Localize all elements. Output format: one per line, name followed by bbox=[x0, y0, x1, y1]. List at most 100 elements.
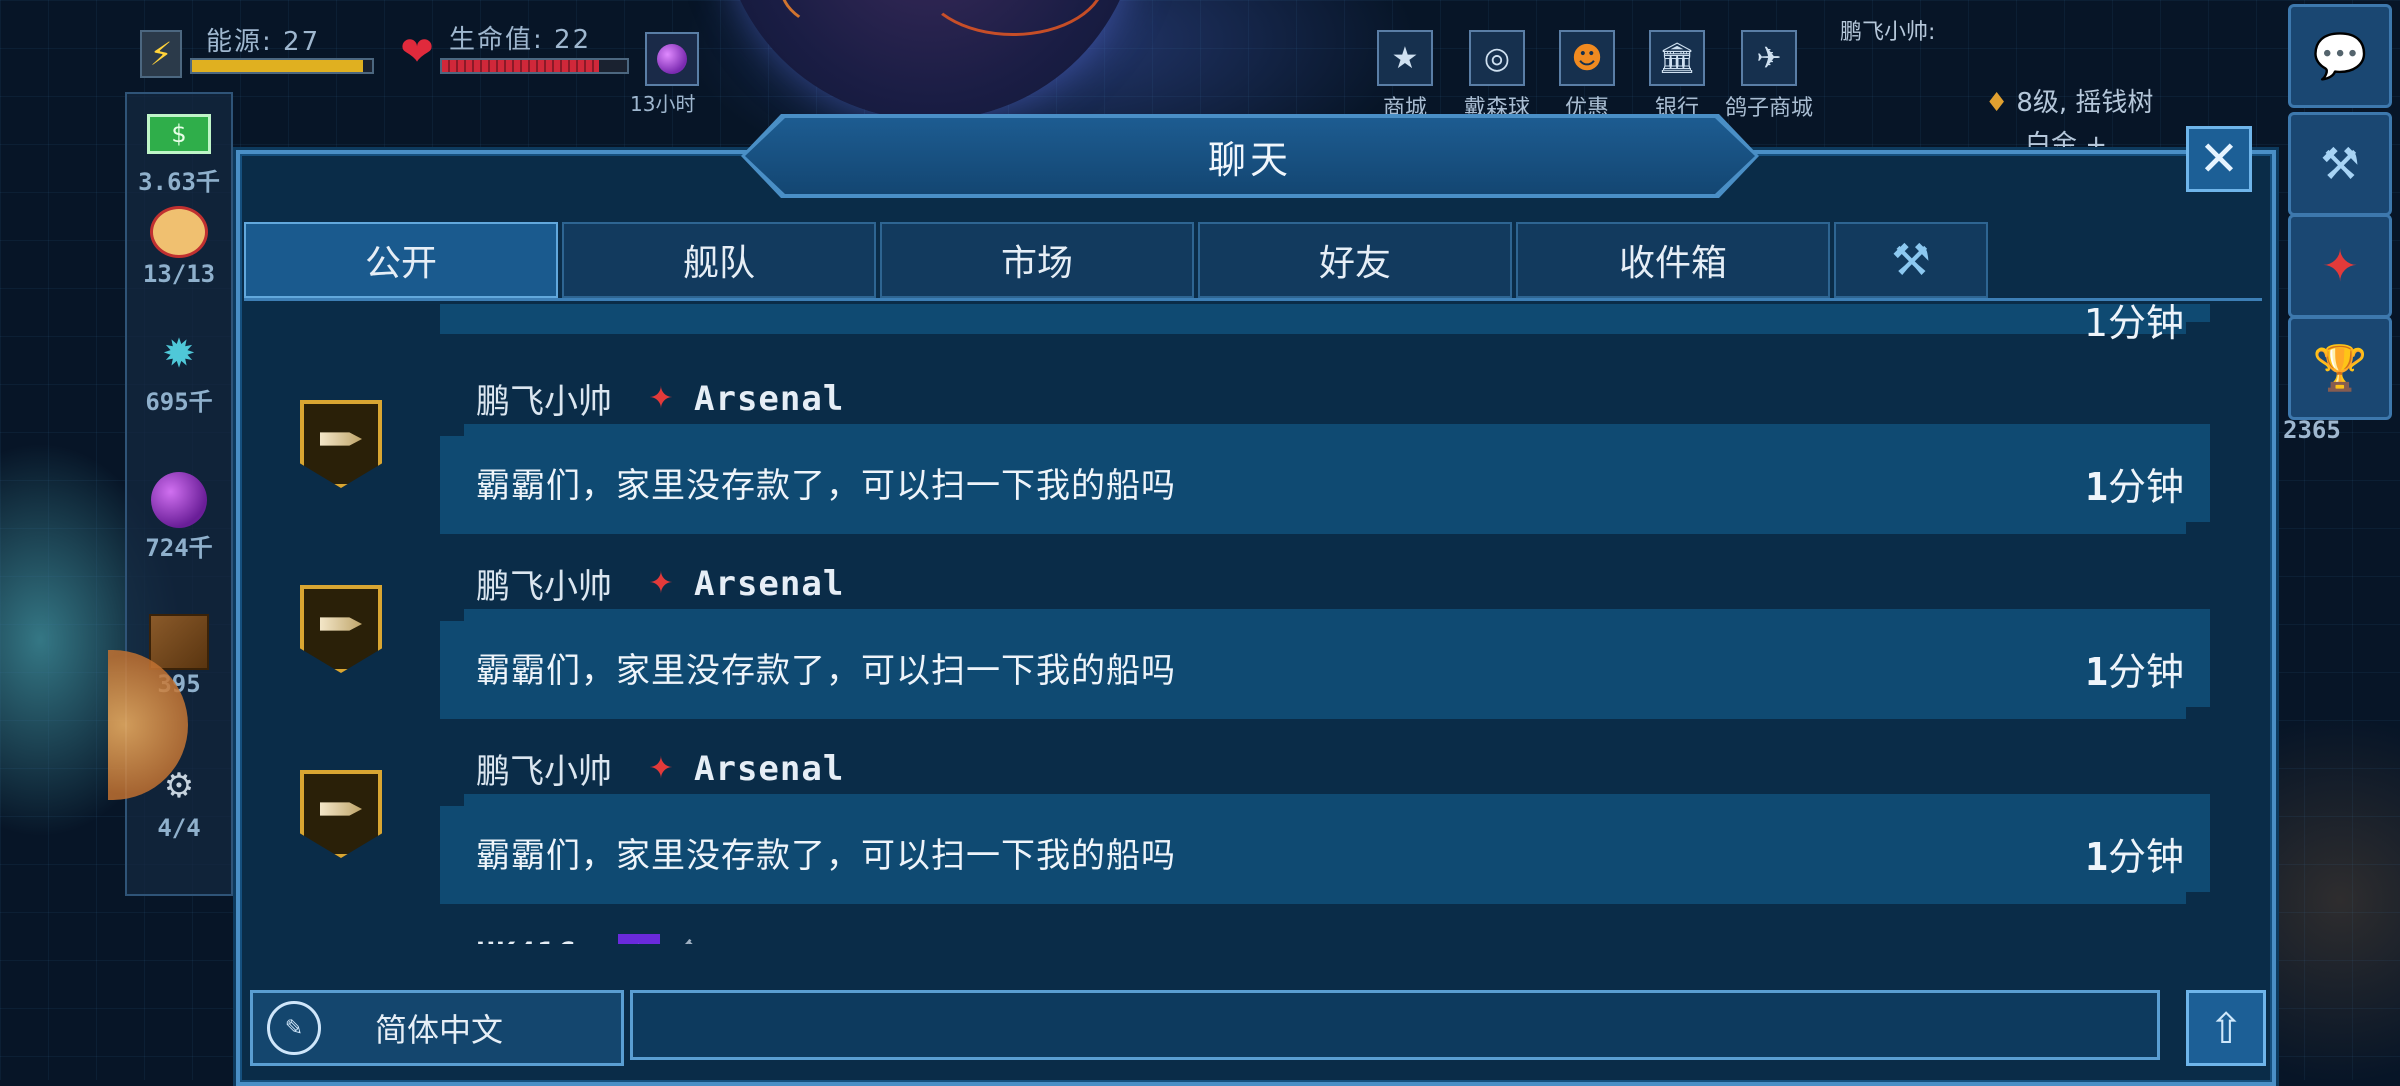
speech-bubble-icon: 💬 bbox=[2312, 31, 2368, 82]
trophy-value: 2365 bbox=[2283, 416, 2341, 444]
timer-label: 13小时 bbox=[630, 92, 696, 116]
health-bar bbox=[440, 58, 629, 74]
fleet-emblem-icon: ✦ bbox=[648, 751, 674, 786]
message-header: 鹏飞小帅 ✦ Arsenal bbox=[476, 744, 844, 793]
fleet-emblem-icon: ✦ bbox=[2321, 240, 2359, 292]
time-number: 1 bbox=[2085, 650, 2108, 694]
star-icon: ★ bbox=[1377, 30, 1433, 86]
health-bar-fill bbox=[442, 60, 600, 72]
language-button[interactable]: ✎ 简体中文 bbox=[250, 990, 624, 1066]
message-bubble bbox=[440, 304, 2210, 334]
sender-name[interactable]: 鹏飞小帅 bbox=[476, 374, 612, 423]
sender-avatar[interactable] bbox=[300, 400, 382, 488]
energy-label: 能源: 27 bbox=[206, 26, 321, 57]
timer-button[interactable] bbox=[645, 32, 699, 86]
top-menu-shop[interactable]: ★ 商城 bbox=[1360, 30, 1450, 122]
top-menu-dyson[interactable]: ◎ 戴森球 bbox=[1452, 30, 1542, 122]
close-icon: ✕ bbox=[2198, 131, 2240, 187]
message-time: 1分钟 bbox=[2085, 641, 2184, 696]
message-text: 霸霸们，家里没存款了，可以扫一下我的船吗 bbox=[476, 836, 1176, 876]
resource-value: 13/13 bbox=[142, 260, 216, 288]
chat-input[interactable] bbox=[630, 990, 2160, 1060]
fleet-name[interactable]: Arsenal bbox=[694, 749, 844, 789]
sender-avatar[interactable] bbox=[300, 770, 382, 858]
resource-value: 695千 bbox=[145, 388, 213, 416]
send-button[interactable]: ⇧ bbox=[2186, 990, 2266, 1066]
chat-feed[interactable]: 1分钟 鹏飞小帅 ✦ Arsenal 霸霸们，家里没存款了，可以扫一下我的船吗 … bbox=[240, 304, 2272, 944]
build-button[interactable]: ⚒ bbox=[2288, 112, 2392, 216]
pigeon-icon: ✈ bbox=[1741, 30, 1797, 86]
tabs-divider bbox=[244, 298, 2262, 301]
lightning-icon: ⚡ bbox=[140, 30, 182, 78]
tab-tools[interactable]: ⚒ bbox=[1834, 222, 1988, 298]
top-menu-label: 鸽子商城 bbox=[1724, 96, 1813, 121]
arrow-up-icon: ⇧ bbox=[2208, 1003, 2244, 1053]
message-text: 霸霸们，家里没存款了，可以扫一下我的船吗 bbox=[476, 651, 1176, 691]
fleet-name[interactable]: Arsenal bbox=[694, 379, 844, 419]
globe-icon: ✎ bbox=[267, 1001, 321, 1055]
bank-icon: 🏛 bbox=[1649, 30, 1705, 86]
player-name-preview: 鹏飞小帅: bbox=[1840, 20, 1936, 45]
fleet-emblem-icon: ✧ bbox=[617, 933, 660, 944]
sender-name[interactable]: 鹏飞小帅 bbox=[476, 744, 612, 793]
jack-o-lantern-icon: ☻ bbox=[1559, 30, 1615, 86]
sender-name[interactable]: HK416a bbox=[476, 935, 598, 945]
sender-name[interactable]: 鹏飞小帅 bbox=[476, 559, 612, 608]
drill-icon bbox=[320, 617, 362, 631]
message-time: 1分钟 bbox=[2083, 304, 2184, 345]
resource-value: 3.63千 bbox=[138, 168, 220, 196]
hammer-icon: ⚒ bbox=[1891, 234, 1931, 286]
language-label: 简体中文 bbox=[375, 1011, 504, 1049]
trophy-button[interactable]: 🏆 bbox=[2288, 316, 2392, 420]
time-number: 1 bbox=[2085, 465, 2108, 509]
resource-crystal[interactable]: ✹ 695千 bbox=[127, 326, 231, 417]
resource-orb[interactable]: 724千 bbox=[127, 472, 231, 563]
time-unit: 分钟 bbox=[2107, 835, 2184, 879]
cash-icon: $ bbox=[144, 106, 214, 162]
fleet-name[interactable]: 合 bbox=[672, 929, 707, 944]
chat-bubble-button[interactable]: 💬 bbox=[2288, 4, 2392, 108]
tab-public[interactable]: 公开 bbox=[244, 222, 558, 298]
fleet-emblem-icon: ✦ bbox=[648, 381, 674, 416]
dyson-sphere-icon: ◎ bbox=[1469, 30, 1525, 86]
message-time: 1分钟 bbox=[2085, 456, 2184, 511]
top-menu-bank[interactable]: 🏛 银行 bbox=[1632, 30, 1722, 122]
hammer-icon: ⚒ bbox=[2320, 138, 2360, 190]
tab-inbox[interactable]: 收件箱 bbox=[1516, 222, 1830, 298]
tab-fleet[interactable]: 舰队 bbox=[562, 222, 876, 298]
level-info: ♦ 8级, 摇钱树 bbox=[1985, 82, 2153, 119]
fleet-emblem-icon: ✦ bbox=[648, 566, 674, 601]
top-menu-offers[interactable]: ☻ 优惠 bbox=[1542, 30, 1632, 122]
time-number: 1 bbox=[2085, 835, 2108, 879]
chat-input-bar: ✎ 简体中文 ⇧ bbox=[250, 990, 2266, 1066]
crystal-icon: ✹ bbox=[162, 331, 196, 377]
level-text: 8级, 摇钱树 bbox=[2016, 88, 2154, 118]
drill-icon bbox=[320, 802, 362, 816]
resource-value: 4/4 bbox=[157, 814, 201, 842]
message-time: 1分钟 bbox=[2085, 826, 2184, 881]
energy-bar-fill bbox=[192, 60, 363, 72]
message-text: 霸霸们，家里没存款了，可以扫一下我的船吗 bbox=[476, 466, 1176, 506]
purple-orb-icon bbox=[657, 44, 687, 74]
health-label: 生命值: 22 bbox=[449, 24, 592, 55]
message-header: 鹏飞小帅 ✦ Arsenal bbox=[476, 374, 844, 423]
tab-friends[interactable]: 好友 bbox=[1198, 222, 1512, 298]
time-unit: 分钟 bbox=[2107, 650, 2184, 694]
sender-avatar[interactable] bbox=[300, 585, 382, 673]
crew-icon bbox=[144, 204, 214, 260]
bell-icon: ♦ bbox=[1985, 88, 2009, 118]
resource-value: 724千 bbox=[145, 534, 213, 562]
resource-crew[interactable]: 13/13 bbox=[127, 204, 231, 288]
tab-market[interactable]: 市场 bbox=[880, 222, 1194, 298]
chat-dialog: 公开 舰队 市场 好友 收件箱 ⚒ 1分钟 鹏飞小帅 ✦ Arsenal 霸霸们… bbox=[236, 150, 2276, 1086]
message-header: HK416a ✧ 合 bbox=[476, 929, 707, 944]
resource-cash[interactable]: $ 3.63千 bbox=[127, 106, 231, 197]
chat-tabs: 公开 舰队 市场 好友 收件箱 ⚒ bbox=[244, 222, 1992, 298]
close-button[interactable]: ✕ bbox=[2186, 126, 2252, 192]
heart-icon: ❤ bbox=[400, 29, 434, 75]
fleet-name[interactable]: Arsenal bbox=[694, 564, 844, 604]
top-menu-pigeon-shop[interactable]: ✈ 鸽子商城 bbox=[1724, 30, 1814, 122]
chat-title: 聊天 bbox=[745, 118, 1755, 194]
fleet-button[interactable]: ✦ bbox=[2288, 214, 2392, 318]
planet-orb-icon bbox=[144, 472, 214, 528]
